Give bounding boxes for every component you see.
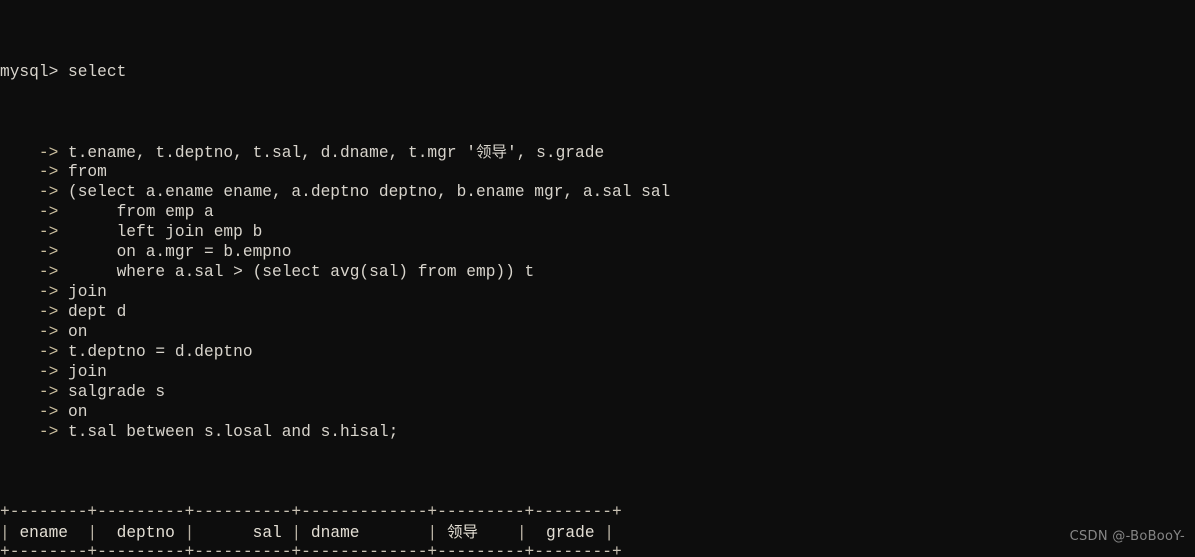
table-column-separator: | bbox=[507, 524, 537, 542]
table-column-separator: | bbox=[77, 524, 107, 542]
continuation-arrow: -> bbox=[0, 263, 68, 281]
query-line: -> t.sal between s.losal and s.hisal; bbox=[0, 422, 670, 442]
table-column-separator: | bbox=[417, 524, 447, 542]
query-line-text: left join emp b bbox=[68, 223, 263, 241]
table-rule: +--------+---------+----------+---------… bbox=[0, 503, 622, 521]
query-line-text: t.ename, t.deptno, t.sal, d.dname, t.mgr… bbox=[68, 143, 605, 162]
query-continuation-lines: -> t.ename, t.deptno, t.sal, d.dname, t.… bbox=[0, 142, 670, 442]
query-line: -> from emp a bbox=[0, 202, 670, 222]
query-line-text: join bbox=[68, 283, 107, 301]
continuation-arrow: -> bbox=[0, 144, 68, 162]
continuation-arrow: -> bbox=[0, 403, 68, 421]
query-line-text: where a.sal > (select avg(sal) from emp)… bbox=[68, 263, 535, 281]
query-line: -> salgrade s bbox=[0, 382, 670, 402]
table-column-separator: | bbox=[594, 524, 614, 542]
csdn-watermark: CSDN @-BoBooY- bbox=[1069, 529, 1185, 544]
command-keyword: select bbox=[68, 63, 127, 81]
table-header-cell: deptno bbox=[106, 524, 175, 542]
query-line: -> join bbox=[0, 362, 670, 382]
continuation-arrow: -> bbox=[0, 163, 68, 181]
continuation-arrow: -> bbox=[0, 323, 68, 341]
table-header-cell: sal bbox=[204, 524, 282, 542]
continuation-arrow: -> bbox=[0, 383, 68, 401]
table-column-separator: | bbox=[174, 524, 205, 542]
query-line-text: join bbox=[68, 363, 107, 381]
query-line-text: from bbox=[68, 163, 107, 181]
continuation-arrow: -> bbox=[0, 223, 68, 241]
query-line: -> join bbox=[0, 282, 670, 302]
table-header-cell: ename bbox=[19, 524, 78, 542]
cjk-text: 领导 bbox=[446, 523, 478, 541]
query-line-text: on bbox=[68, 323, 88, 341]
continuation-arrow: -> bbox=[0, 183, 68, 201]
continuation-arrow: -> bbox=[0, 303, 68, 321]
result-set-table: +--------+---------+----------+---------… bbox=[0, 502, 670, 557]
query-line-text: from emp a bbox=[68, 203, 214, 221]
continuation-arrow: -> bbox=[0, 423, 68, 441]
mysql-prompt: mysql> bbox=[0, 63, 68, 81]
query-line: -> where a.sal > (select avg(sal) from e… bbox=[0, 262, 670, 282]
table-header-cell: 领导 bbox=[446, 523, 507, 542]
table-top-rule: +--------+---------+----------+---------… bbox=[0, 502, 670, 522]
table-header-cell: dname bbox=[310, 524, 418, 542]
query-line-text: on bbox=[68, 403, 88, 421]
query-line: -> t.deptno = d.deptno bbox=[0, 342, 670, 362]
query-line-text: t.sal between s.losal and s.hisal; bbox=[68, 423, 399, 441]
query-line: -> t.ename, t.deptno, t.sal, d.dname, t.… bbox=[0, 142, 670, 162]
query-line: -> on a.mgr = b.empno bbox=[0, 242, 670, 262]
query-line: -> on bbox=[0, 322, 670, 342]
command-first-line: mysql> select bbox=[0, 62, 670, 82]
query-line: -> on bbox=[0, 402, 670, 422]
table-column-separator: | bbox=[0, 524, 20, 542]
query-line-text: salgrade s bbox=[68, 383, 166, 401]
continuation-arrow: -> bbox=[0, 283, 68, 301]
table-column-separator: | bbox=[281, 524, 311, 542]
table-header-rule: +--------+---------+----------+---------… bbox=[0, 542, 670, 557]
cjk-text: 领导 bbox=[476, 143, 508, 161]
continuation-arrow: -> bbox=[0, 243, 68, 261]
continuation-arrow: -> bbox=[0, 203, 68, 221]
query-line: -> (select a.ename ename, a.deptno deptn… bbox=[0, 182, 670, 202]
table-rule: +--------+---------+----------+---------… bbox=[0, 543, 622, 557]
table-header-cell: grade bbox=[536, 524, 595, 542]
query-line-text: t.deptno = d.deptno bbox=[68, 343, 253, 361]
query-line: -> dept d bbox=[0, 302, 670, 322]
query-line-text: on a.mgr = b.empno bbox=[68, 243, 292, 261]
query-line-text: dept d bbox=[68, 303, 127, 321]
query-line: -> left join emp b bbox=[0, 222, 670, 242]
table-header-row: | ename | deptno | sal | dname | 领导 | gr… bbox=[0, 522, 670, 542]
query-line: -> from bbox=[0, 162, 670, 182]
terminal-screen: mysql> select -> t.ename, t.deptno, t.sa… bbox=[0, 0, 670, 557]
mysql-terminal-window[interactable]: mysql> select -> t.ename, t.deptno, t.sa… bbox=[0, 0, 1195, 557]
continuation-arrow: -> bbox=[0, 343, 68, 361]
query-line-text: (select a.ename ename, a.deptno deptno, … bbox=[68, 183, 671, 201]
continuation-arrow: -> bbox=[0, 363, 68, 381]
